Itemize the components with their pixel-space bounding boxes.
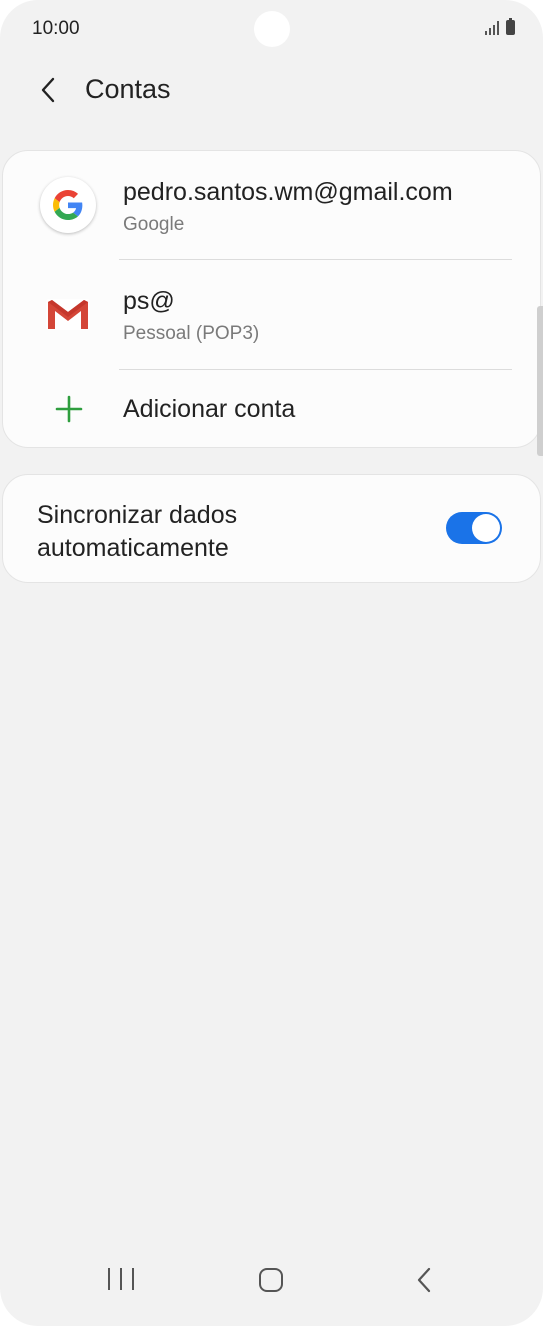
screen: 10:00 Contas pedro.santos.wm@gmail.com G… <box>0 0 543 1326</box>
account-icon <box>39 285 97 343</box>
sync-card[interactable]: Sincronizar dados automaticamente <box>2 474 541 583</box>
home-icon[interactable] <box>259 1268 283 1292</box>
page-title: Contas <box>85 74 171 104</box>
sync-label: Sincronizar dados automaticamente <box>37 501 238 562</box>
add-account-button[interactable]: Adicionar conta <box>3 371 540 449</box>
front-camera <box>254 11 290 47</box>
status-time: 10:00 <box>32 18 80 39</box>
status-icons <box>485 18 515 35</box>
back-button[interactable] <box>30 70 66 110</box>
status-bar: 10:00 <box>0 0 543 56</box>
account-row-pop3[interactable]: ps@ Pessoal (POP3) <box>3 260 540 370</box>
account-name: ps@ <box>123 287 175 315</box>
edge-panel-handle[interactable] <box>537 306 543 456</box>
signal-icon <box>485 21 499 35</box>
chevron-left-icon <box>41 77 55 103</box>
sync-toggle[interactable] <box>446 512 502 544</box>
add-account-label: Adicionar conta <box>123 395 296 423</box>
google-g-icon <box>40 177 96 233</box>
recent-apps-icon[interactable] <box>108 1268 134 1292</box>
account-icon <box>39 176 97 234</box>
account-email: pedro.santos.wm@gmail.com <box>123 178 453 206</box>
divider <box>119 369 512 370</box>
back-icon[interactable] <box>414 1266 434 1294</box>
toggle-knob <box>472 514 500 542</box>
navigation-bar <box>0 1256 543 1326</box>
plus-icon <box>55 395 83 423</box>
header: Contas <box>0 64 543 116</box>
account-type: Google <box>123 214 185 235</box>
battery-icon <box>506 18 515 35</box>
gmail-m-icon <box>46 299 90 330</box>
accounts-card: pedro.santos.wm@gmail.com Google ps@ Pes… <box>2 150 541 448</box>
account-type: Pessoal (POP3) <box>123 323 260 344</box>
account-row-google[interactable]: pedro.santos.wm@gmail.com Google <box>3 151 540 259</box>
